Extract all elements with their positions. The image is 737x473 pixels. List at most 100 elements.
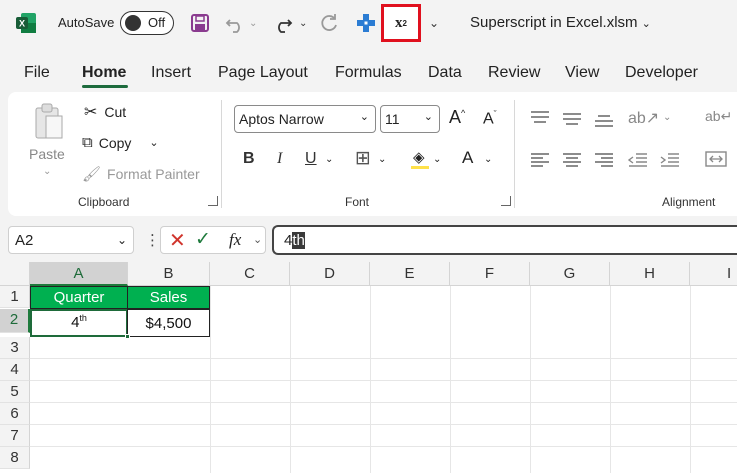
column-header[interactable]: C <box>210 262 290 286</box>
title-bar: X AutoSave Off ⌄ ⌄ x2 ⌄ Superscript in E… <box>0 0 737 48</box>
clipboard-launcher-icon[interactable] <box>208 196 218 206</box>
merge-center-icon[interactable] <box>705 150 727 168</box>
increase-indent-icon[interactable] <box>660 152 680 168</box>
align-left-icon[interactable] <box>530 152 550 168</box>
row-header[interactable]: 6 <box>0 403 30 425</box>
font-color-icon[interactable]: A <box>462 148 473 168</box>
copy-button[interactable]: ⧉ Copy ⌄ <box>82 134 159 151</box>
redo-dropdown-icon[interactable]: ⌄ <box>299 11 307 35</box>
align-top-icon[interactable] <box>530 110 550 126</box>
row-header[interactable]: 4 <box>0 359 30 381</box>
align-center-icon[interactable] <box>562 152 582 168</box>
column-header[interactable]: B <box>128 262 210 286</box>
bold-button[interactable]: B <box>243 150 255 168</box>
clipboard-group-label: Clipboard <box>78 195 130 209</box>
undo-icon[interactable] <box>224 11 246 35</box>
custom-macro-icon[interactable] <box>355 11 377 35</box>
decrease-font-icon[interactable]: Aˇ <box>483 109 497 128</box>
increase-font-icon[interactable]: A^ <box>449 107 465 128</box>
underline-button[interactable]: U <box>305 150 317 168</box>
column-header[interactable]: A <box>30 262 128 286</box>
cut-button[interactable]: ✂ Cut <box>84 102 126 122</box>
cut-label: Cut <box>104 104 127 120</box>
tab-file[interactable]: File <box>24 64 50 82</box>
cell-b1[interactable]: Sales <box>127 286 210 309</box>
insert-function-button[interactable]: fx <box>229 230 241 250</box>
chevron-down-icon[interactable]: ⌄ <box>253 233 262 246</box>
column-header[interactable]: D <box>290 262 370 286</box>
paste-dropdown-icon[interactable]: ⌄ <box>43 166 51 177</box>
copy-dropdown-icon[interactable]: ⌄ <box>149 136 158 149</box>
cell-a1[interactable]: Quarter <box>30 286 128 309</box>
group-separator <box>221 100 222 208</box>
gridline <box>30 358 737 359</box>
cancel-icon[interactable]: ✕ <box>169 228 186 253</box>
fill-color-button[interactable]: ◈ <box>411 148 431 170</box>
row-header[interactable]: 5 <box>0 381 30 403</box>
scissors-icon: ✂ <box>84 104 98 121</box>
format-painter-button[interactable]: 🖌 Format Painter <box>82 165 200 183</box>
decrease-indent-icon[interactable] <box>628 152 648 168</box>
undo-dropdown-icon[interactable]: ⌄ <box>249 11 257 35</box>
superscript-base: x <box>395 14 403 31</box>
row-header[interactable]: 2 <box>0 309 30 333</box>
chevron-down-icon: ⌄ <box>359 111 369 123</box>
align-bottom-icon[interactable] <box>594 112 614 128</box>
orientation-icon[interactable]: ab↗ <box>628 108 659 128</box>
column-header[interactable]: E <box>370 262 450 286</box>
font-group-label: Font <box>345 195 370 209</box>
row-header[interactable]: 1 <box>0 286 30 308</box>
row-header[interactable]: 3 <box>0 337 30 359</box>
font-launcher-icon[interactable] <box>501 196 511 206</box>
tab-review[interactable]: Review <box>488 64 540 82</box>
wrap-text-icon[interactable]: ab↵ <box>705 108 732 125</box>
fill-handle[interactable] <box>125 334 130 339</box>
tab-data[interactable]: Data <box>428 64 462 82</box>
tab-view[interactable]: View <box>565 64 599 82</box>
chevron-down-icon: ⌄ <box>641 18 651 30</box>
select-all-corner[interactable] <box>0 262 30 286</box>
fill-color-dropdown-icon[interactable]: ⌄ <box>433 154 441 165</box>
cell-b2[interactable]: $4,500 <box>127 309 210 337</box>
more-options-icon[interactable]: ⋮ <box>145 231 160 249</box>
spreadsheet-grid: A B C D E F G H I 1 2 3 4 5 6 7 8 Quarte… <box>0 262 737 473</box>
name-box[interactable]: A2 ⌄ <box>8 226 134 254</box>
tab-home[interactable]: Home <box>82 64 126 82</box>
borders-icon[interactable]: ⊞ <box>355 147 371 170</box>
align-middle-icon[interactable] <box>562 110 582 126</box>
font-color-dropdown-icon[interactable]: ⌄ <box>484 154 492 165</box>
cell-a2[interactable]: 4th <box>30 309 128 337</box>
column-header[interactable]: H <box>610 262 690 286</box>
refresh-icon[interactable] <box>318 11 340 35</box>
save-icon[interactable] <box>189 11 211 35</box>
font-size-select[interactable]: 11 ⌄ <box>380 105 440 133</box>
underline-dropdown-icon[interactable]: ⌄ <box>325 154 333 165</box>
font-name-select[interactable]: Aptos Narrow ⌄ <box>234 105 376 133</box>
column-header[interactable]: F <box>450 262 530 286</box>
orientation-dropdown-icon[interactable]: ⌄ <box>663 112 671 123</box>
chevron-down-icon: ⌄ <box>116 233 127 247</box>
file-title[interactable]: Superscript in Excel.xlsm ⌄ <box>470 14 651 31</box>
autosave-label: AutoSave <box>58 15 115 30</box>
tab-developer[interactable]: Developer <box>625 64 698 82</box>
column-header[interactable]: G <box>530 262 610 286</box>
tab-insert[interactable]: Insert <box>151 64 191 82</box>
paste-icon[interactable] <box>32 102 66 142</box>
superscript-button[interactable]: x2 <box>381 4 421 42</box>
formula-input[interactable]: 4th <box>272 225 737 255</box>
row-header[interactable]: 7 <box>0 425 30 447</box>
autosave-toggle[interactable]: Off <box>120 11 174 35</box>
paste-button[interactable]: Paste <box>29 146 65 162</box>
tab-formulas[interactable]: Formulas <box>335 64 402 82</box>
align-right-icon[interactable] <box>594 152 614 168</box>
row-header[interactable]: 8 <box>0 447 30 469</box>
enter-check-icon[interactable]: ✓ <box>195 228 211 251</box>
customize-qat-icon[interactable]: ⌄ <box>429 11 439 35</box>
font-size-value: 11 <box>385 111 400 127</box>
tab-page-layout[interactable]: Page Layout <box>218 64 308 82</box>
borders-dropdown-icon[interactable]: ⌄ <box>378 154 386 165</box>
redo-icon[interactable] <box>272 11 294 35</box>
ribbon-panel: Paste ⌄ ✂ Cut ⧉ Copy ⌄ 🖌 Format Painter … <box>8 92 737 216</box>
italic-button[interactable]: I <box>277 150 282 168</box>
column-header[interactable]: I <box>690 262 737 286</box>
